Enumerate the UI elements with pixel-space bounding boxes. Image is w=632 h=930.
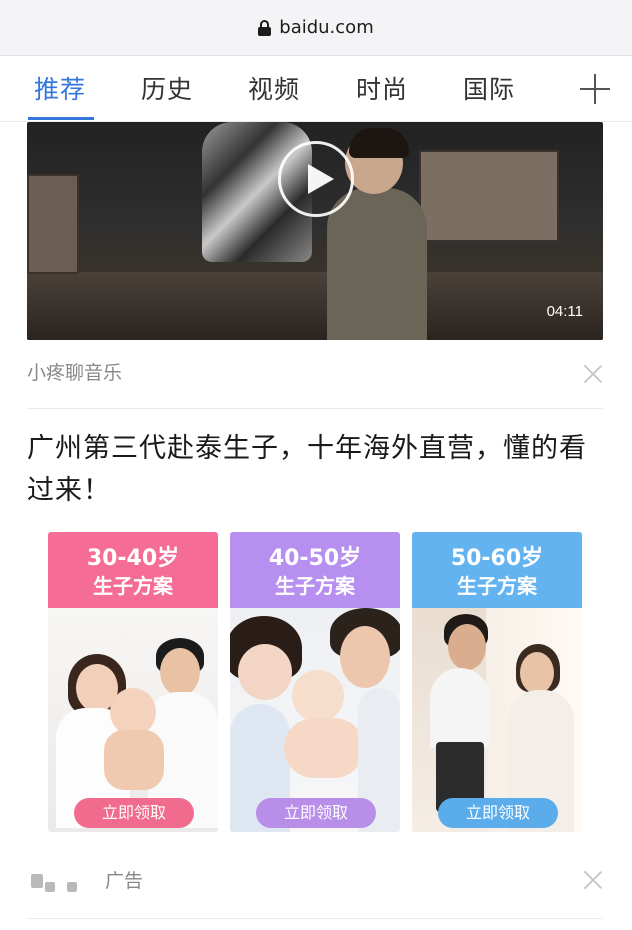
- tab-international[interactable]: 国际: [463, 70, 515, 106]
- ad-card-40-50[interactable]: 40-50岁 生子方案 立即领取: [230, 532, 400, 832]
- card-plan: 生子方案: [93, 574, 173, 598]
- channel-tabs: 推荐 历史 视频 时尚 国际: [0, 56, 632, 122]
- video-thumbnail[interactable]: 04:11: [27, 122, 603, 340]
- url-domain: baidu.com: [279, 17, 374, 38]
- card-header: 30-40岁 生子方案: [48, 532, 218, 608]
- obscured-text: [67, 882, 77, 892]
- active-tab-indicator: [28, 117, 94, 120]
- tab-fashion[interactable]: 时尚: [356, 70, 408, 106]
- card-plan: 生子方案: [275, 574, 355, 598]
- video-source[interactable]: 小疼聊音乐: [27, 358, 122, 385]
- lock-icon: [258, 19, 272, 36]
- speaker-right: [419, 150, 559, 242]
- claim-button[interactable]: 立即领取: [74, 798, 194, 828]
- ad-card-30-40[interactable]: 30-40岁 生子方案 立即领取: [48, 532, 218, 832]
- ad-card-50-60[interactable]: 50-60岁 生子方案 立即领取: [412, 532, 582, 832]
- card-header: 50-60岁 生子方案: [412, 532, 582, 608]
- card-age: 40-50岁: [268, 546, 362, 571]
- ad-label: 广告: [105, 870, 144, 892]
- url-display[interactable]: baidu.com: [258, 17, 374, 38]
- card-age: 30-40岁: [86, 546, 180, 571]
- obscured-text: [45, 882, 55, 892]
- singer-body: [327, 188, 427, 340]
- feed-divider: [27, 918, 603, 919]
- close-icon[interactable]: [583, 870, 603, 890]
- claim-button[interactable]: 立即领取: [256, 798, 376, 828]
- stage-scene: [27, 272, 603, 340]
- feed-divider: [27, 408, 603, 409]
- card-plan: 生子方案: [457, 574, 537, 598]
- video-duration: 04:11: [546, 303, 583, 320]
- card-header: 40-50岁 生子方案: [230, 532, 400, 608]
- play-icon[interactable]: [278, 141, 354, 217]
- tab-history[interactable]: 历史: [141, 70, 193, 106]
- obscured-text: [31, 874, 43, 888]
- singer-hair: [349, 128, 409, 158]
- ad-meta-row: 广告: [27, 866, 603, 896]
- card-age: 50-60岁: [450, 546, 544, 571]
- video-meta-row: 小疼聊音乐: [27, 358, 603, 388]
- tab-video[interactable]: 视频: [248, 70, 300, 106]
- plus-icon[interactable]: [580, 74, 610, 104]
- claim-button[interactable]: 立即领取: [438, 798, 558, 828]
- ad-title[interactable]: 广州第三代赴泰生子，十年海外直营，懂的看过来！: [27, 428, 609, 512]
- close-icon[interactable]: [583, 364, 603, 384]
- speaker-left: [27, 174, 79, 274]
- tab-recommend[interactable]: 推荐: [34, 70, 86, 106]
- browser-url-bar[interactable]: baidu.com: [0, 0, 632, 56]
